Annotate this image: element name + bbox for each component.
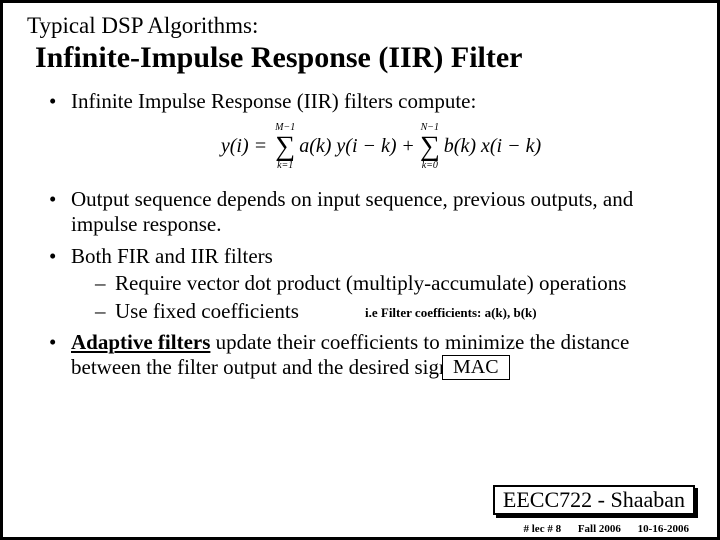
formula-plus: + [403,134,414,158]
formula-term-1: a(k) y(i − k) [299,134,396,158]
sigma-icon: ∑ [275,133,295,161]
sum2-lower: k=0 [422,161,438,171]
formula-term-2: b(k) x(i − k) [444,134,541,158]
footer-term: Fall 2006 [578,523,621,535]
sum1-lower: k=1 [277,161,293,171]
sub-bullet-1: Require vector dot product (multiply-acc… [95,271,693,296]
slide-title: Infinite-Impulse Response (IIR) Filter [35,41,693,75]
bullet-4: Adaptive filters update their coefficien… [49,330,693,381]
slide-subtitle: Typical DSP Algorithms: [27,13,693,39]
footer-date: 10-16-2006 [638,523,689,535]
footer-lecture: # lec # 8 [524,523,562,535]
note-coefficients: i.e Filter coefficients: a(k), b(k) [365,305,537,321]
mac-label: MAC [442,355,510,380]
slide: Typical DSP Algorithms: Infinite-Impulse… [0,0,720,540]
sum-1: M−1 ∑ k=1 [275,123,295,171]
bullet-3-text: Both FIR and IIR filters [71,244,273,268]
bullet-1-text: Infinite Impulse Response (IIR) filters … [71,89,476,113]
slide-footer: # lec # 8 Fall 2006 10-16-2006 [510,523,690,535]
sum-2: N−1 ∑ k=0 [420,123,440,171]
formula: y(i) = M−1 ∑ k=1 a(k) y(i − k) + N−1 ∑ k… [71,123,693,171]
sigma-icon: ∑ [420,133,440,161]
bullet-1: Infinite Impulse Response (IIR) filters … [49,89,693,171]
formula-lhs: y(i) = [221,134,267,158]
bullet-list: Infinite Impulse Response (IIR) filters … [27,89,693,381]
course-box: EECC722 - Shaaban [493,485,695,515]
bullet-2: Output sequence depends on input sequenc… [49,187,693,238]
bullet-4-lead: Adaptive filters [71,330,210,354]
